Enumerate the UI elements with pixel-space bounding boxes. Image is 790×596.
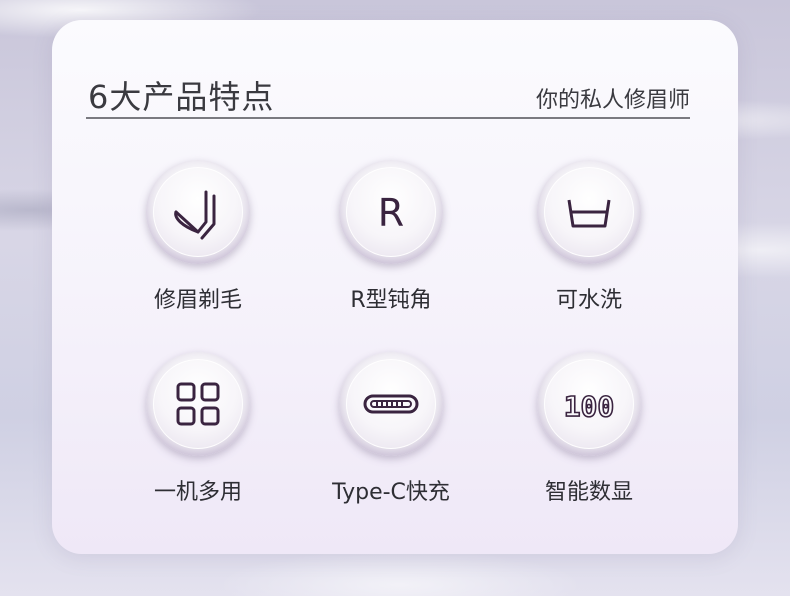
feature-label: 修眉剃毛 — [153, 288, 242, 313]
svg-text:100: 100 — [564, 390, 615, 423]
feature-icon-badge: R — [339, 160, 443, 264]
feature-icon-badge — [537, 160, 641, 264]
feature-icon-badge: 100 — [537, 352, 641, 456]
page-title: 6大产品特点 — [88, 78, 275, 116]
feature-icon-badge — [146, 160, 250, 264]
feature-label: 一机多用 — [153, 480, 242, 505]
usb-c-port-icon — [363, 394, 419, 414]
title-divider — [86, 117, 690, 119]
page-subtitle: 你的私人修眉师 — [535, 88, 690, 113]
feature-label: R型钝角 — [350, 288, 432, 313]
feature-icon-badge — [339, 352, 443, 456]
digital-display-icon: 100 — [563, 389, 615, 424]
feature-item-r-angle: R R型钝角 — [321, 160, 461, 314]
feature-label: 可水洗 — [555, 288, 622, 313]
feature-item-washable: 可水洗 — [519, 160, 659, 314]
feature-item-trimming: 修眉剃毛 — [128, 160, 268, 314]
feature-icon-badge — [146, 352, 250, 456]
r-letter-icon: R — [378, 191, 404, 235]
trimmer-icon — [174, 190, 216, 240]
feature-item-multi-use: 一机多用 — [128, 352, 268, 506]
feature-label: Type-C快充 — [332, 480, 450, 505]
feature-item-digital-display: 100 智能数显 — [519, 352, 659, 506]
feature-label: 智能数显 — [544, 480, 633, 505]
svg-text:R: R — [378, 191, 404, 235]
water-basin-icon — [567, 199, 611, 228]
feature-item-typec: Type-C快充 — [321, 352, 461, 506]
grid-four-icon — [176, 382, 220, 426]
